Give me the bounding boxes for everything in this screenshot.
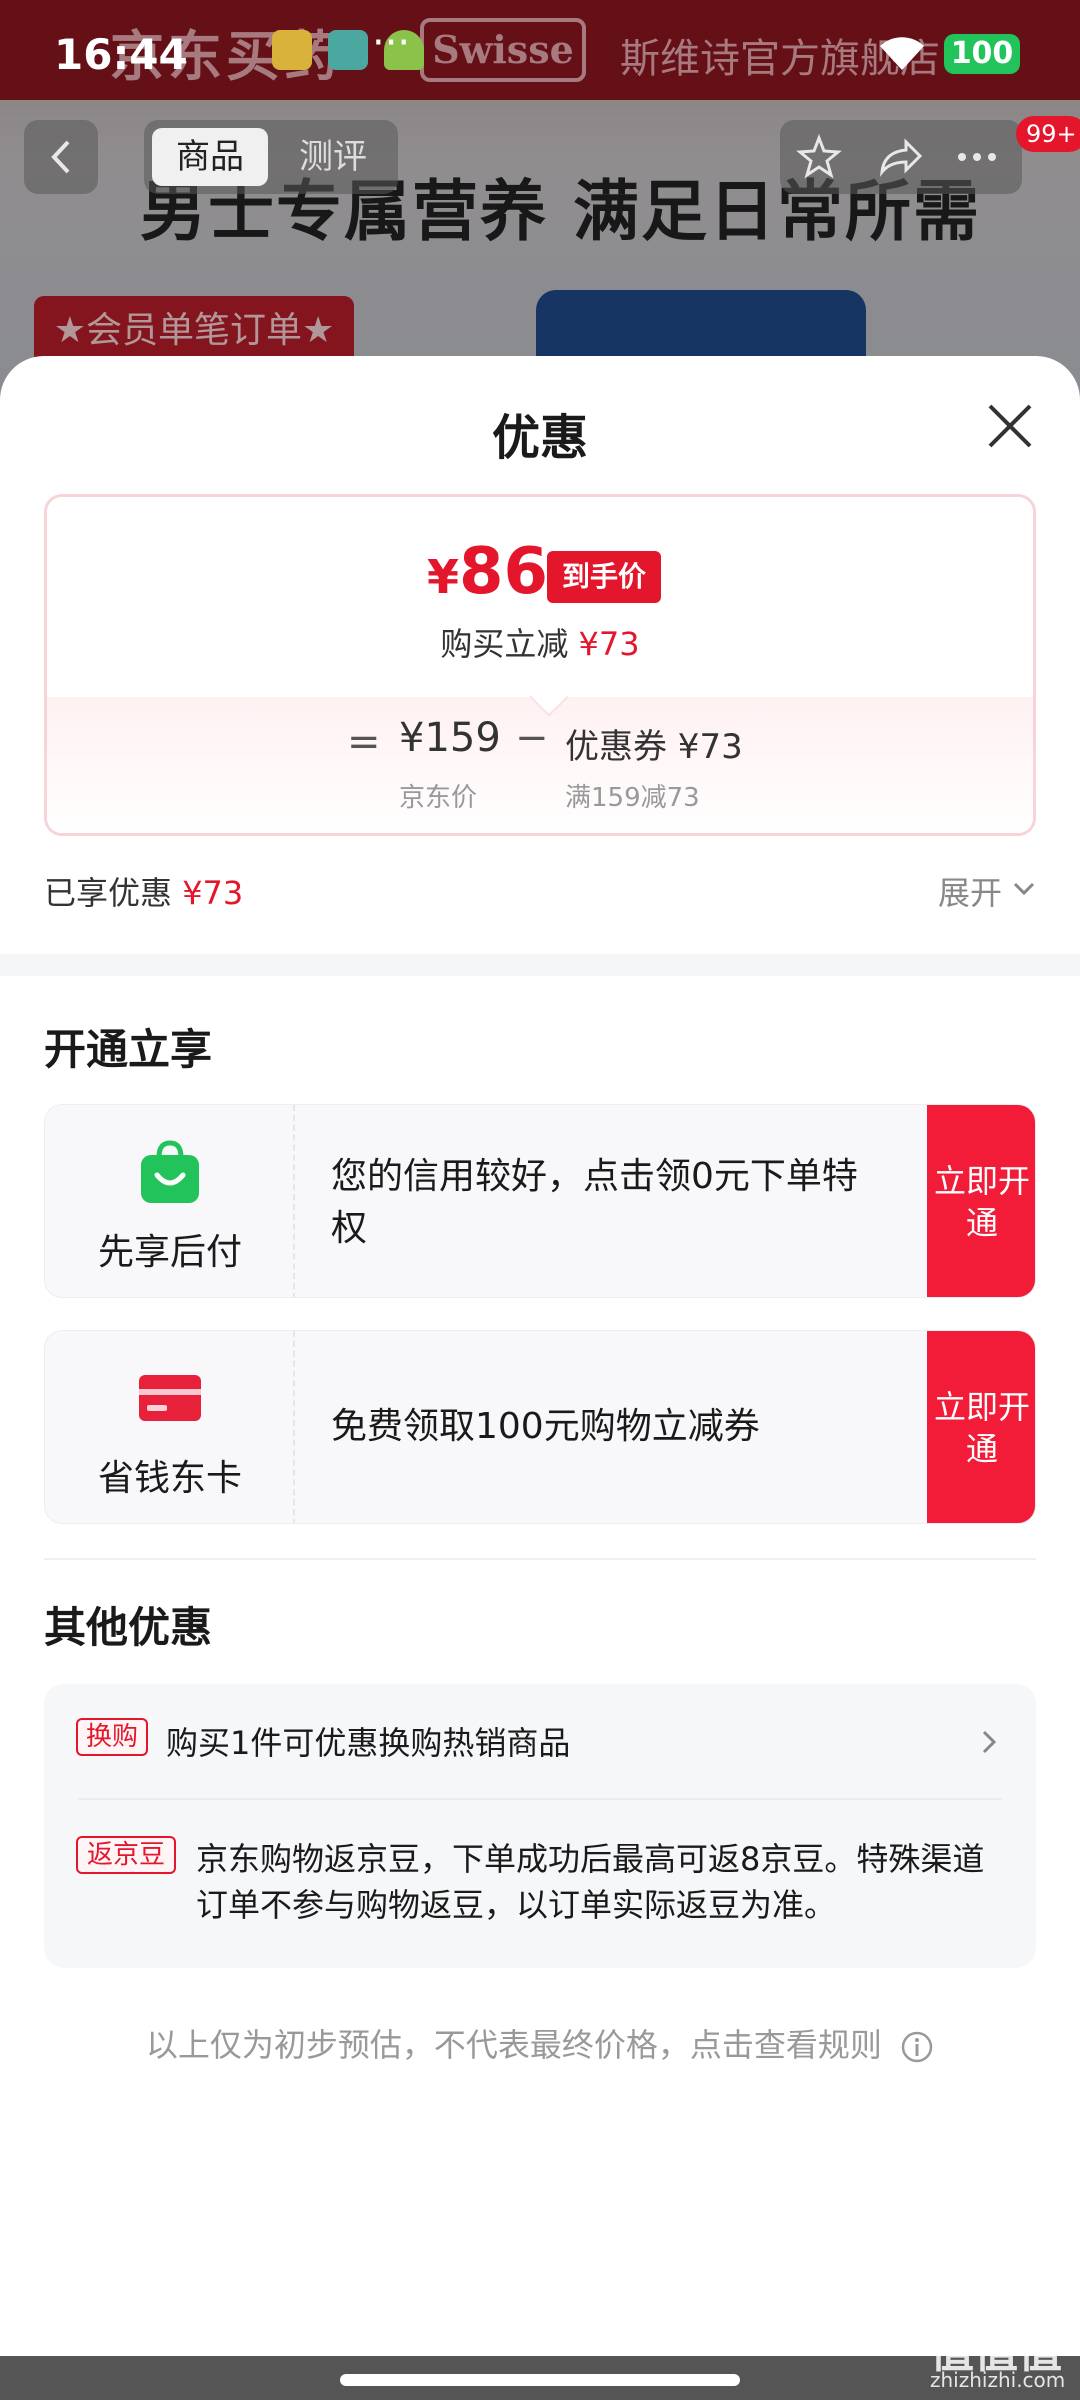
share-icon[interactable] bbox=[874, 132, 924, 182]
coupon-condition: 满159减73 bbox=[565, 783, 700, 813]
disclaimer-text: 以上仅为初步预估，不代表最终价格，点击查看规则 bbox=[145, 2026, 882, 2064]
promo-description: 免费领取100元购物立减券 bbox=[331, 1406, 760, 1447]
exchange-tag: 换购 bbox=[76, 1718, 148, 1756]
shopping-bag-icon bbox=[141, 1140, 199, 1203]
enjoyed-discount: 已享优惠 ¥73 bbox=[44, 868, 243, 914]
enjoyed-label: 已享优惠 bbox=[44, 874, 173, 912]
home-indicator[interactable] bbox=[340, 2374, 740, 2386]
star-icon[interactable] bbox=[794, 132, 844, 182]
reduce-label: 购买立减 bbox=[440, 625, 569, 663]
navigation-bar bbox=[0, 2356, 1080, 2400]
chevron-right-icon[interactable] bbox=[980, 1728, 998, 1756]
status-time: 16:44 bbox=[54, 30, 188, 79]
more-notifications-icon: ··· bbox=[372, 20, 411, 66]
enjoyed-amount: ¥73 bbox=[182, 874, 244, 912]
cart-count-badge: 99+ bbox=[1016, 116, 1080, 152]
open-section-title: 开通立享 bbox=[44, 1025, 213, 1074]
section-divider bbox=[44, 1558, 1036, 1560]
price-disclaimer[interactable]: 以上仅为初步预估，不代表最终价格，点击查看规则 bbox=[0, 2020, 1080, 2066]
equals-sign: = bbox=[347, 719, 381, 765]
info-icon[interactable] bbox=[900, 2030, 934, 2064]
row-divider bbox=[78, 1798, 1002, 1800]
tab-review[interactable]: 测评 bbox=[278, 128, 388, 186]
final-price-tag: 到手价 bbox=[547, 551, 661, 603]
status-bar: 16:44 ··· 100 bbox=[0, 0, 1080, 110]
card-icon bbox=[139, 1375, 201, 1421]
reduce-line: 购买立减 ¥73 bbox=[47, 619, 1033, 665]
product-actions bbox=[780, 120, 1022, 194]
minus-sign: − bbox=[515, 715, 549, 761]
expand-button[interactable]: 展开 bbox=[938, 868, 1002, 914]
battery-indicator: 100 bbox=[944, 34, 1020, 74]
sheet-title: 优惠 bbox=[491, 410, 588, 466]
close-icon[interactable] bbox=[982, 398, 1038, 454]
other-section-title: 其他优惠 bbox=[44, 1603, 213, 1652]
price-formula: = ¥159 京东价 − 优惠券 ¥73 满159减73 bbox=[47, 697, 1033, 833]
exchange-offer-text[interactable]: 购买1件可优惠换购热销商品 bbox=[166, 1718, 570, 1764]
watermark-domain: zhizhizhi.com bbox=[930, 2368, 1066, 2392]
price-summary: ¥86 到手价 购买立减 ¥73 bbox=[47, 497, 1033, 697]
other-discounts-card: 换购 购买1件可优惠换购热销商品 返京豆 京东购物返京豆，下单成功后最高可返8京… bbox=[44, 1684, 1036, 1968]
app-notification-icon bbox=[272, 30, 312, 70]
bnpl-promo-card[interactable]: 先享后付 您的信用较好，点击领0元下单特权 立即开通 bbox=[44, 1104, 1036, 1298]
promo-brand: 省钱东卡 bbox=[45, 1331, 295, 1523]
jd-price: ¥159 bbox=[399, 715, 501, 761]
promo-name: 省钱东卡 bbox=[97, 1458, 242, 1499]
jingdou-tag: 返京豆 bbox=[76, 1836, 176, 1874]
open-now-button[interactable]: 立即开通 bbox=[927, 1105, 1035, 1297]
currency-symbol: ¥ bbox=[427, 550, 460, 604]
jd-price-label: 京东价 bbox=[399, 783, 478, 813]
section-divider bbox=[0, 954, 1080, 976]
tab-product[interactable]: 商品 bbox=[152, 128, 268, 186]
more-icon[interactable] bbox=[952, 132, 1002, 182]
coupon-amount: 优惠券 ¥73 bbox=[565, 727, 743, 767]
final-price-value: 86 bbox=[459, 535, 549, 609]
jingdou-offer-text: 京东购物返京豆，下单成功后最高可返8京豆。特殊渠道订单不参与购物返豆，以订单实际… bbox=[196, 1840, 985, 1924]
final-price: ¥86 bbox=[427, 535, 548, 609]
price-breakdown-card: ¥86 到手价 购买立减 ¥73 = ¥159 京东价 − 优惠券 ¥73 满1… bbox=[44, 494, 1036, 836]
open-now-button[interactable]: 立即开通 bbox=[927, 1331, 1035, 1523]
app-notification-icon bbox=[328, 30, 368, 70]
saving-card-promo[interactable]: 省钱东卡 免费领取100元购物立减券 立即开通 bbox=[44, 1330, 1036, 1524]
chevron-left-icon bbox=[51, 140, 70, 174]
chevron-down-icon[interactable] bbox=[1012, 878, 1036, 898]
promo-brand: 先享后付 bbox=[45, 1105, 295, 1297]
product-tabs: 商品 测评 bbox=[144, 120, 398, 194]
back-button[interactable] bbox=[24, 120, 98, 194]
discount-sheet: 优惠 ¥86 到手价 购买立减 ¥73 = ¥159 京东价 − 优惠券 ¥73… bbox=[0, 356, 1080, 2400]
promo-name: 先享后付 bbox=[97, 1232, 242, 1273]
wifi-icon bbox=[880, 37, 924, 70]
reduce-amount: ¥73 bbox=[578, 625, 640, 663]
promo-description: 您的信用较好，点击领0元下单特权 bbox=[331, 1156, 858, 1249]
